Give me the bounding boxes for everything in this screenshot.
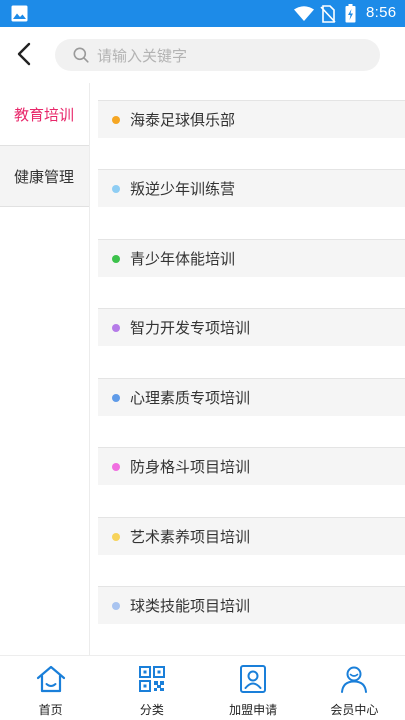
list-item-label: 叛逆少年训练营 <box>130 180 236 198</box>
bullet-dot <box>112 184 120 193</box>
back-button[interactable] <box>10 39 38 69</box>
tab-category-label: 分类 <box>139 703 164 717</box>
list-item[interactable]: 青少年体能培训 <box>98 239 405 277</box>
battery-icon <box>345 4 356 23</box>
tab-member[interactable]: 会员中心 <box>304 656 405 720</box>
bullet-dot <box>112 601 120 610</box>
list-item-label: 青少年体能培训 <box>130 250 236 268</box>
qrcode-icon <box>138 666 165 692</box>
sidebar-item-label: 健康管理 <box>14 167 75 186</box>
list-item-label: 艺术素养项目培训 <box>130 528 251 546</box>
sidebar-item-health[interactable]: 健康管理 <box>0 145 89 207</box>
list-item[interactable]: 心理素质专项培训 <box>98 378 405 416</box>
tab-franchise[interactable]: 加盟申请 <box>203 656 304 720</box>
status-time: 8:56 <box>366 4 397 21</box>
search-placeholder: 请输入关键字 <box>97 47 188 65</box>
list-item[interactable]: 防身格斗项目培训 <box>98 447 405 485</box>
home-icon <box>36 665 65 693</box>
list-item-label: 防身格斗项目培训 <box>130 458 251 476</box>
bottom-nav: 首页 分类 加盟申请 会员中心 <box>0 655 405 720</box>
list-item[interactable]: 艺术素养项目培训 <box>98 517 405 555</box>
list-item[interactable]: 球类技能项目培训 <box>98 586 405 624</box>
list-item-label: 心理素质专项培训 <box>130 389 251 407</box>
bullet-dot <box>112 323 120 332</box>
search-input[interactable]: 请输入关键字 <box>55 39 380 71</box>
list-item[interactable]: 智力开发专项培训 <box>98 308 405 346</box>
tab-category[interactable]: 分类 <box>101 656 202 720</box>
sidebar-item-education[interactable]: 教育培训 <box>0 83 89 145</box>
list-item[interactable]: 海泰足球俱乐部 <box>98 100 405 138</box>
status-bar: 8:56 <box>0 0 405 27</box>
list-item-label: 智力开发专项培训 <box>130 319 251 337</box>
no-sim-icon <box>320 5 336 23</box>
bullet-dot <box>112 115 120 124</box>
user-icon <box>341 666 368 693</box>
bullet-dot <box>112 532 120 541</box>
category-sidebar: 教育培训 健康管理 <box>0 83 90 655</box>
bullet-dot <box>112 254 120 263</box>
list-item-label: 球类技能项目培训 <box>130 597 251 615</box>
tab-home-label: 首页 <box>38 703 63 717</box>
tab-member-label: 会员中心 <box>330 703 379 717</box>
sidebar-item-label: 教育培训 <box>14 105 75 124</box>
tab-franchise-label: 加盟申请 <box>229 703 278 717</box>
search-icon <box>73 47 89 63</box>
back-arrow-icon <box>17 42 31 66</box>
bullet-dot <box>112 393 120 402</box>
list-item-label: 海泰足球俱乐部 <box>130 111 236 129</box>
wifi-icon <box>294 6 314 21</box>
top-bar: 请输入关键字 <box>0 27 405 83</box>
user-card-icon <box>240 665 267 693</box>
bullet-dot <box>112 462 120 471</box>
tab-home[interactable]: 首页 <box>0 656 101 720</box>
list-item[interactable]: 叛逆少年训练营 <box>98 169 405 207</box>
image-icon <box>11 5 28 22</box>
